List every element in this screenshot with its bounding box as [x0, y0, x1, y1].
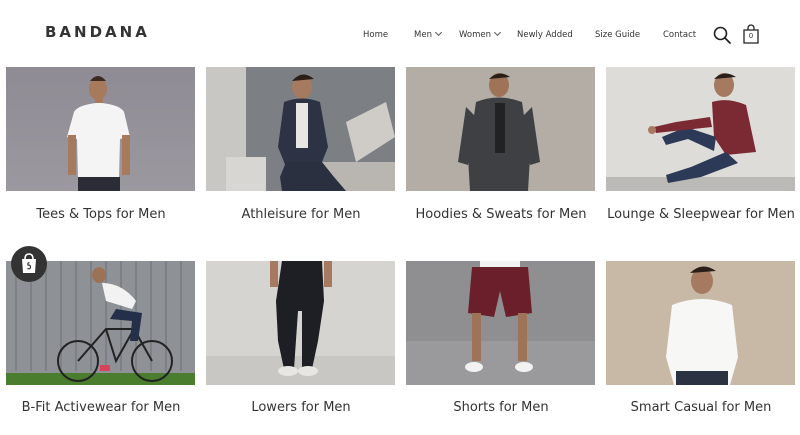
- nav-item-label: Contact: [663, 30, 697, 40]
- category-image[interactable]: [606, 67, 795, 191]
- category-card[interactable]: Lowers for Men: [206, 261, 395, 415]
- main-nav: Home Men Women Newly Added Size Guide Co…: [0, 28, 800, 44]
- category-image[interactable]: [406, 67, 595, 191]
- nav-item-newly-added[interactable]: Newly Added: [517, 30, 573, 40]
- nav-item-contact[interactable]: Contact: [663, 30, 696, 40]
- nav-item-label: Men: [414, 30, 432, 40]
- chevron-down-icon: [434, 28, 442, 37]
- category-card[interactable]: Lounge & Sleepwear for Men: [606, 67, 795, 222]
- category-card[interactable]: Athleisure for Men: [206, 67, 395, 222]
- site-header: BANDANA Home Men Women Newly Added Size …: [0, 0, 800, 66]
- category-label[interactable]: Lounge & Sleepwear for Men: [591, 207, 800, 222]
- cart-count: 0: [748, 32, 754, 40]
- nav-item-home[interactable]: Home: [363, 30, 388, 40]
- category-label[interactable]: Lowers for Men: [191, 400, 411, 415]
- category-image[interactable]: [6, 67, 195, 191]
- category-card[interactable]: Shorts for Men: [406, 261, 595, 415]
- nav-item-label: Home: [363, 30, 389, 40]
- nav-item-label: Newly Added: [517, 30, 573, 40]
- category-label[interactable]: Shorts for Men: [391, 400, 611, 415]
- category-label[interactable]: Smart Casual for Men: [591, 400, 800, 415]
- nav-item-women[interactable]: Women: [459, 28, 502, 40]
- category-image[interactable]: [206, 261, 395, 385]
- nav-item-men[interactable]: Men: [414, 28, 442, 40]
- category-label[interactable]: Hoodies & Sweats for Men: [391, 207, 611, 222]
- nav-item-label: Size Guide: [595, 30, 641, 40]
- category-image[interactable]: [206, 67, 395, 191]
- category-label[interactable]: Tees & Tops for Men: [0, 207, 211, 222]
- category-label[interactable]: Athleisure for Men: [191, 207, 411, 222]
- category-image[interactable]: [406, 261, 595, 385]
- nav-item-label: Women: [459, 30, 492, 40]
- shop-badge-button[interactable]: [11, 246, 47, 282]
- shopify-bag-icon: [22, 253, 36, 273]
- chevron-down-icon: [493, 28, 502, 37]
- category-label[interactable]: B-Fit Activewear for Men: [0, 400, 211, 415]
- cart-button[interactable]: 0: [742, 24, 760, 44]
- category-card[interactable]: Tees & Tops for Men: [6, 67, 195, 222]
- category-card[interactable]: Hoodies & Sweats for Men: [406, 67, 595, 222]
- category-image[interactable]: [606, 261, 795, 385]
- nav-item-size-guide[interactable]: Size Guide: [595, 30, 640, 40]
- search-icon[interactable]: [713, 26, 731, 44]
- category-card[interactable]: Smart Casual for Men: [606, 261, 795, 415]
